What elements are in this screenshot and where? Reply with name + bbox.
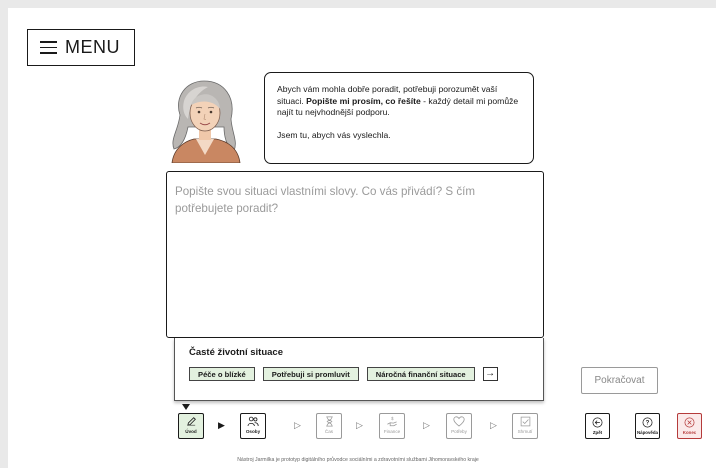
chip-care-for-relatives[interactable]: Péče o blízké: [189, 367, 255, 381]
hamburger-icon: [40, 41, 57, 54]
step-summary-label: Shrnutí: [517, 429, 533, 434]
step-persons[interactable]: Osoby: [240, 413, 266, 439]
chip-need-to-talk[interactable]: Potřebuji si promluvit: [262, 367, 359, 381]
common-situations-title: Časté životní situace: [189, 347, 283, 358]
pencil-icon: [186, 417, 196, 426]
heart-icon: [453, 416, 465, 427]
step-needs-label: Potřeby: [451, 429, 467, 434]
step-finance[interactable]: $ Finance: [379, 413, 405, 439]
situation-input-box[interactable]: [166, 171, 544, 338]
continue-button[interactable]: Pokračovat: [581, 367, 658, 394]
menu-button[interactable]: MENU: [27, 29, 135, 66]
help-label: Nápověda: [637, 430, 658, 435]
footer-note: Nástroj Jarmilka je prototyp digitálního…: [237, 457, 479, 463]
step-separator-icon: ▷: [294, 420, 301, 430]
situation-textarea[interactable]: [175, 183, 535, 326]
menu-label: MENU: [65, 37, 120, 57]
step-separator-icon: ▷: [490, 420, 497, 430]
step-intro-label: Úvod: [185, 429, 197, 434]
end-label: Konec: [682, 430, 697, 435]
back-button[interactable]: Zpět: [585, 413, 610, 439]
step-separator-icon: ▷: [423, 420, 430, 430]
end-button[interactable]: Konec: [677, 413, 702, 439]
step-separator-icon: ▷: [356, 420, 363, 430]
people-icon: [247, 416, 259, 427]
hourglass-icon: [325, 416, 333, 427]
more-situations-arrow-icon[interactable]: →: [482, 367, 498, 381]
step-time-label: Čas: [324, 429, 334, 434]
step-intro[interactable]: Úvod: [178, 413, 204, 439]
assistant-speech-bubble: Abych vám mohla dobře poradit, potřebuji…: [264, 72, 534, 164]
step-time[interactable]: Čas: [316, 413, 342, 439]
checkbox-icon: [520, 416, 530, 427]
back-label: Zpět: [592, 430, 603, 435]
svg-text:$: $: [391, 416, 394, 421]
step-needs[interactable]: Potřeby: [446, 413, 472, 439]
help-button[interactable]: ? Nápověda: [635, 413, 660, 439]
assistant-closing: Jsem tu, abych vás vyslechla.: [277, 129, 391, 140]
assistant-intro: Abych vám mohla dobře poradit, potřebuji…: [277, 84, 519, 117]
assistant-avatar: [171, 80, 241, 163]
close-icon: [684, 417, 695, 428]
step-persons-label: Osoby: [245, 429, 261, 434]
step-separator-icon: ▶: [218, 420, 225, 430]
current-step-marker: [182, 404, 190, 410]
chip-financial-hardship[interactable]: Náročná finanční situace: [366, 367, 475, 381]
page: MENU Abych vám mohla dobře poradit, potř…: [8, 8, 716, 468]
situation-chips: Péče o blízké Potřebuji si promluvit Nár…: [189, 367, 529, 381]
step-finance-label: Finance: [383, 429, 401, 434]
back-arrow-icon: [592, 417, 603, 428]
step-summary[interactable]: Shrnutí: [512, 413, 538, 439]
common-situations-panel: Časté životní situace Péče o blízké Potř…: [174, 338, 544, 401]
svg-text:?: ?: [646, 421, 650, 427]
money-hand-icon: $: [387, 416, 397, 427]
question-icon: ?: [642, 417, 653, 428]
